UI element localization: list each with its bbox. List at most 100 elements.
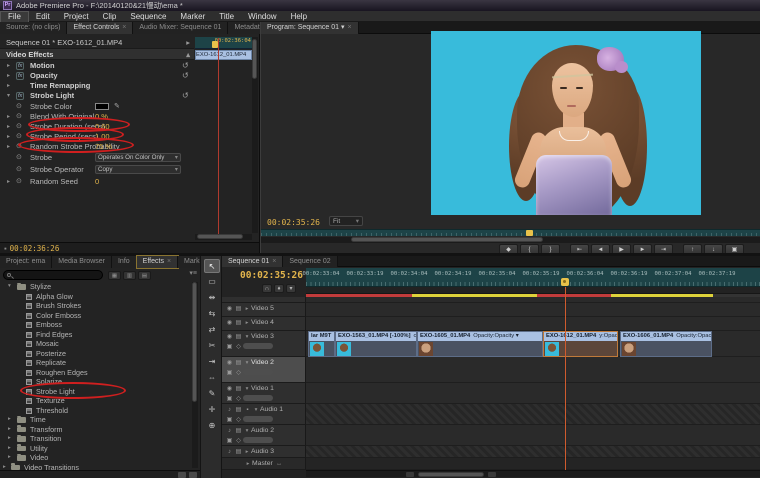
stopwatch-icon[interactable]: ⊙ [16, 142, 22, 152]
tree-folder-time[interactable]: ▸Time [0, 415, 192, 425]
tree-effect-find-edges[interactable]: Find Edges [0, 330, 192, 340]
menu-project[interactable]: Project [57, 12, 96, 22]
program-video-frame[interactable] [431, 31, 701, 215]
menu-help[interactable]: Help [284, 12, 314, 22]
work-area-bar[interactable] [306, 287, 760, 294]
tree-folder-video[interactable]: ▸Video [0, 453, 192, 463]
tab-project[interactable]: Project: ema [0, 256, 52, 268]
twirl-icon[interactable]: ▸ [7, 112, 10, 122]
program-zoom-scrollbar[interactable] [261, 237, 760, 243]
tree-effect-posterize[interactable]: Posterize [0, 349, 192, 359]
toggle-track-output-icon[interactable]: ◉ [225, 304, 234, 315]
tab-source[interactable]: Source: (no clips) [0, 22, 67, 34]
track-content-audio2[interactable] [306, 425, 760, 446]
chevron-down-icon[interactable]: ▾ [341, 24, 345, 31]
video-effects-section-header[interactable]: Video Effects ▴ [0, 49, 194, 60]
stopwatch-icon[interactable]: ⊙ [16, 112, 22, 122]
track-header-video5[interactable]: ◉▤▸Video 5 [222, 303, 306, 317]
tree-effect-color-emboss[interactable]: Color Emboss [0, 311, 192, 321]
scroll-left-cap[interactable] [406, 472, 414, 477]
tree-effect-alpha-glow[interactable]: Alpha Glow [0, 292, 192, 302]
track-header-video1[interactable]: ◉▤▾Video 1 ▣◇ [222, 383, 306, 404]
close-icon[interactable]: × [272, 258, 276, 265]
program-timecode[interactable]: 00:02:35:26 [267, 218, 320, 227]
slide-tool[interactable]: ⇔ [204, 371, 220, 385]
new-item-icon[interactable] [178, 472, 186, 478]
tree-effect-solarize[interactable]: Solarize [0, 377, 192, 387]
keyframe-navigator[interactable] [243, 437, 273, 443]
track-select-tool[interactable]: ▭ [204, 275, 220, 289]
twirl-icon[interactable]: ▸ [7, 132, 10, 142]
twirl-icon[interactable]: ▸ [243, 304, 251, 315]
timeline-clip[interactable]: EXO-1606_01.MP4Opacity:Opacity ▾ [620, 331, 712, 357]
stopwatch-icon[interactable]: ⊙ [16, 165, 22, 175]
tree-effect-replicate[interactable]: Replicate [0, 358, 192, 368]
effects-search-input[interactable] [3, 270, 103, 280]
32bit-color-filter-button[interactable]: ▥ [123, 271, 136, 280]
twirl-icon[interactable]: ▸ [7, 122, 10, 132]
track-header-video2[interactable]: ◉▤▾Video 2 ▣◇ [222, 357, 306, 383]
tree-effect-strobe-light[interactable]: Strobe Light [0, 387, 192, 397]
track-content-audio1[interactable] [306, 404, 760, 425]
tree-effect-texturize[interactable]: Texturize [0, 396, 192, 406]
timeline-playhead-grip[interactable] [561, 278, 569, 286]
eyedropper-icon[interactable]: ✎ [114, 102, 120, 112]
scroll-right-cap[interactable] [488, 472, 496, 477]
twirl-icon[interactable]: ▸ [243, 318, 251, 329]
param-value[interactable]: 0.60 [95, 122, 110, 132]
menu-window[interactable]: Window [241, 12, 283, 22]
pen-tool[interactable]: ✎ [204, 387, 220, 401]
stopwatch-icon[interactable]: ⊙ [16, 122, 22, 132]
timeline-ruler[interactable]: 00:02:33:04 00:02:33:19 00:02:34:04 00:0… [306, 268, 760, 287]
new-bin-icon[interactable] [189, 472, 197, 478]
footer-timecode[interactable]: 00:02:36:26 [10, 244, 60, 253]
effect-row-opacity[interactable]: ▸fxOpacity↺ [0, 71, 194, 81]
twirl-icon[interactable]: ▸ [7, 142, 10, 152]
timeline-horizontal-scrollbar[interactable] [306, 470, 760, 477]
mini-timeline-clip[interactable]: EXO-1612_01.MP4 [195, 50, 252, 60]
tab-effects[interactable]: Effects× [137, 256, 178, 268]
speaker-icon[interactable]: ♪ [225, 447, 234, 458]
keyframe-icon[interactable]: ◇ [234, 415, 243, 425]
tab-info[interactable]: Info [112, 256, 137, 268]
strobe-dropdown[interactable]: ▾Operates On Color Only [95, 153, 181, 162]
menu-title[interactable]: Title [212, 12, 241, 22]
tab-effect-controls[interactable]: Effect Controls× [67, 22, 133, 34]
menu-sequence[interactable]: Sequence [123, 12, 173, 22]
selection-tool[interactable]: ↖ [204, 259, 220, 273]
tree-effect-roughen-edges[interactable]: Roughen Edges [0, 368, 192, 378]
effect-row-strobe-light[interactable]: ▾fxStrobe Light↺ [0, 91, 194, 101]
close-icon[interactable]: × [347, 24, 351, 31]
sync-lock-icon[interactable]: ▤ [234, 447, 243, 458]
accelerated-effects-filter-button[interactable]: ▦ [108, 271, 121, 280]
param-value[interactable]: 1.00 [95, 132, 110, 142]
reset-icon[interactable]: ↺ [182, 91, 189, 101]
param-value[interactable]: 0 % [95, 112, 108, 122]
tree-folder-transition[interactable]: ▸Transition [0, 434, 192, 444]
rate-stretch-tool[interactable]: ⇄ [204, 323, 220, 337]
twirl-icon[interactable]: ▸ [7, 61, 10, 71]
stopwatch-icon[interactable]: ⊙ [16, 153, 22, 163]
close-icon[interactable]: × [167, 258, 171, 265]
track-content-master[interactable] [306, 458, 760, 470]
menu-clip[interactable]: Clip [96, 12, 124, 22]
set-display-style-icon[interactable]: ▣ [225, 436, 234, 446]
track-header-audio3[interactable]: ♪▤▸Audio 3 [222, 446, 306, 458]
reset-icon[interactable]: ↺ [182, 71, 189, 81]
panel-menu-icon[interactable]: ▾≡ [189, 268, 197, 280]
tab-sequence-01[interactable]: Sequence 01× [222, 256, 283, 267]
rolling-edit-tool[interactable]: ⇆ [204, 307, 220, 321]
set-display-style-icon[interactable]: ▣ [225, 342, 234, 352]
program-playhead-grip[interactable] [526, 230, 533, 236]
zoom-tool[interactable]: ⊕ [204, 419, 220, 433]
tree-effect-emboss[interactable]: Emboss [0, 320, 192, 330]
stopwatch-icon[interactable]: ⊙ [16, 102, 22, 112]
toggle-track-output-icon[interactable]: ◉ [225, 318, 234, 329]
timeline-clip[interactable]: EXO-1605_01.MP4Opacity:Opacity ▾ [417, 331, 543, 357]
tab-media-browser[interactable]: Media Browser [52, 256, 112, 268]
timeline-clip[interactable]: lar M9T [308, 331, 335, 357]
keyframe-navigator[interactable] [243, 395, 273, 401]
tab-sequence-02[interactable]: Sequence 02 [283, 256, 337, 267]
snap-toggle[interactable]: ∩ [262, 284, 272, 293]
add-marker-button[interactable]: ▾ [286, 284, 296, 293]
